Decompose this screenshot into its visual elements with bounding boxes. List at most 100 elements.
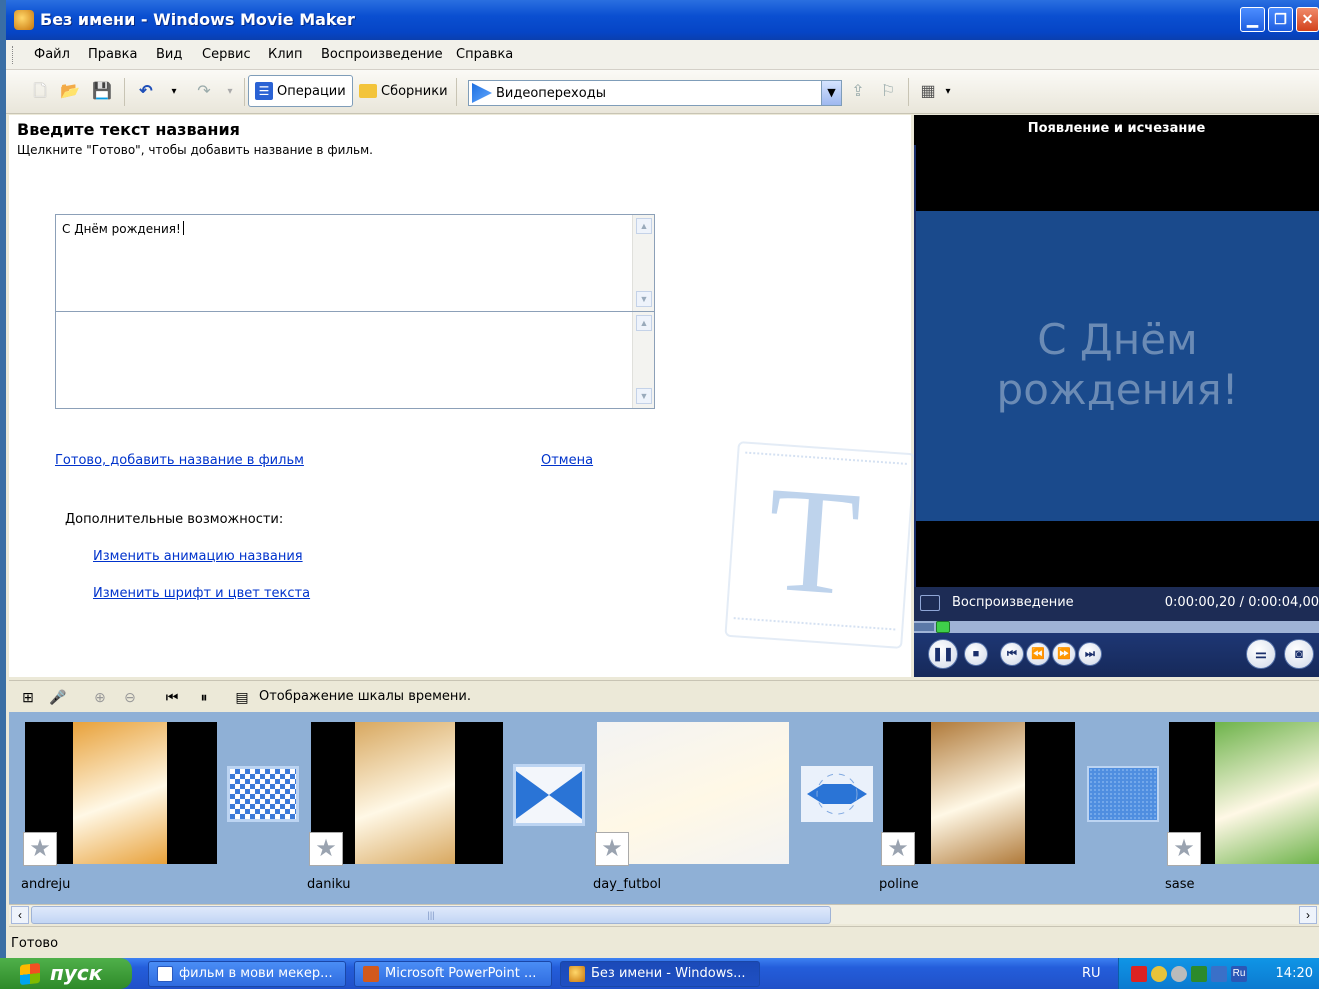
scroll-down-icon[interactable]: ▼ (636, 291, 652, 307)
language-indicator[interactable]: RU (1082, 966, 1101, 981)
network-icon[interactable] (1191, 966, 1207, 982)
scroll-up-icon[interactable]: ▲ (636, 315, 652, 331)
collections-button[interactable]: Сборники (352, 75, 455, 107)
new-project-icon[interactable]: 🗋 (30, 82, 50, 102)
update-icon[interactable] (1171, 966, 1187, 982)
redo-icon[interactable]: ↷ (194, 82, 214, 102)
clip-image (73, 722, 167, 864)
redo-dropdown-icon[interactable]: ▾ (220, 82, 240, 102)
clip-thumbnail[interactable]: ★ (23, 722, 217, 866)
change-animation-link[interactable]: Изменить анимацию названия (93, 549, 303, 564)
rewind-icon[interactable]: ⏪ (1026, 642, 1050, 666)
menu-tools[interactable]: Сервис (202, 47, 251, 62)
antivirus-icon[interactable] (1131, 966, 1147, 982)
undo-icon[interactable]: ↶ (136, 82, 156, 102)
video-effect-star-icon[interactable]: ★ (23, 832, 57, 866)
windows-logo-icon (20, 962, 40, 986)
collection-select[interactable]: Видеопереходы ▼ (468, 80, 842, 106)
subtitle-field-scrollbar[interactable]: ▲ ▼ (632, 312, 654, 408)
bow-tie-transition-icon[interactable] (513, 764, 585, 826)
status-bar: Готово (9, 926, 1319, 956)
show-timeline-toggle[interactable]: Отображение шкалы времени. (259, 689, 471, 704)
taskbar-item-label: Без имени - Windows... (591, 966, 746, 981)
clip-name: andreju (21, 877, 71, 892)
monitor-icon (920, 595, 940, 611)
taskbar-item-movie-maker[interactable]: Без имени - Windows... (560, 961, 760, 987)
scroll-left-icon[interactable]: ‹ (11, 906, 29, 924)
narrate-microphone-icon[interactable]: 🎤 (49, 688, 67, 706)
change-font-link[interactable]: Изменить шрифт и цвет текста (93, 586, 310, 601)
views-dropdown-icon[interactable]: ▾ (938, 82, 958, 102)
taskbar-item-word[interactable]: фильм в мови мекер... (148, 961, 346, 987)
collection-folder-icon[interactable]: ⚐ (878, 82, 898, 102)
split-clip-icon[interactable]: ⚌ (1246, 639, 1276, 669)
word-document-icon (157, 966, 173, 982)
done-add-title-link[interactable]: Готово, добавить название в фильм (55, 453, 304, 468)
rewind-storyboard-icon[interactable]: ⏮ (163, 688, 181, 706)
video-effect-star-icon[interactable]: ★ (309, 832, 343, 866)
previous-frame-icon[interactable]: ⏮ (1000, 642, 1024, 666)
menu-playback[interactable]: Воспроизведение (321, 47, 443, 62)
messenger-icon[interactable] (1151, 966, 1167, 982)
menu-file[interactable]: Файл (34, 47, 70, 62)
scroll-thumb[interactable]: ||| (31, 906, 831, 924)
storyboard-scrollbar[interactable]: ‹ ||| › (9, 904, 1319, 924)
keyboard-layout-icon[interactable]: Ru (1231, 966, 1247, 982)
views-icon[interactable]: ▦ (918, 82, 938, 102)
menu-help[interactable]: Справка (456, 47, 513, 62)
up-level-icon[interactable]: ⇪ (848, 82, 868, 102)
menu-view[interactable]: Вид (156, 47, 182, 62)
save-project-icon[interactable]: 💾 (92, 82, 112, 102)
scroll-right-icon[interactable]: › (1299, 906, 1317, 924)
menu-clip[interactable]: Клип (268, 47, 303, 62)
snapshot-camera-icon[interactable]: ◙ (1284, 639, 1314, 669)
play-storyboard-icon[interactable]: ⏸ (195, 688, 213, 706)
zoom-in-icon[interactable]: ⊕ (91, 688, 109, 706)
menu-edit[interactable]: Правка (88, 47, 137, 62)
chevron-down-icon[interactable]: ▼ (821, 81, 841, 105)
next-frame-icon[interactable]: ⏭ (1078, 642, 1102, 666)
scroll-up-icon[interactable]: ▲ (636, 218, 652, 234)
minimize-button[interactable]: ▁ (1240, 7, 1265, 32)
pause-icon[interactable]: ❚❚ (928, 639, 958, 669)
timeline-view-icon[interactable]: ▤ (233, 688, 251, 706)
close-button[interactable]: ✕ (1296, 7, 1319, 32)
subtitle-text-field[interactable]: ▲ ▼ (55, 311, 655, 409)
title-bar[interactable]: Без имени - Windows Movie Maker ▁ ❐ ✕ (6, 0, 1319, 40)
movie-maker-icon (569, 966, 585, 982)
cancel-link[interactable]: Отмена (541, 453, 593, 468)
clip-thumbnail[interactable]: ★ (881, 722, 1075, 866)
operations-label: Операции (277, 83, 346, 99)
title-text-field[interactable]: С Днём рождения! ▲ ▼ (55, 214, 655, 312)
taskbar-item-label: фильм в мови мекер... (179, 966, 333, 981)
clip-thumbnail[interactable]: ★ (595, 722, 789, 866)
collection-select-value: Видеопереходы (496, 85, 606, 101)
video-effect-star-icon[interactable]: ★ (595, 832, 629, 866)
taskbar: пуск фильм в мови мекер... Microsoft Pow… (0, 958, 1319, 989)
clip-thumbnail[interactable]: ★ (1167, 722, 1319, 866)
scroll-down-icon[interactable]: ▼ (636, 388, 652, 404)
display-icon[interactable] (1211, 966, 1227, 982)
set-audio-levels-icon[interactable]: ⊞ (19, 688, 37, 706)
operations-button[interactable]: ☰ Операции (248, 75, 353, 107)
open-project-icon[interactable]: 📂 (60, 82, 80, 102)
title-field-scrollbar[interactable]: ▲ ▼ (632, 215, 654, 311)
start-label: пуск (50, 961, 103, 985)
toolbar-separator (124, 78, 125, 106)
clip-thumbnail[interactable]: ★ (309, 722, 503, 866)
checkerboard-transition-icon[interactable] (227, 766, 299, 822)
fast-forward-icon[interactable]: ⏩ (1052, 642, 1076, 666)
undo-dropdown-icon[interactable]: ▾ (164, 82, 184, 102)
video-effect-star-icon[interactable]: ★ (881, 832, 915, 866)
restore-button[interactable]: ❐ (1268, 7, 1293, 32)
seek-bar[interactable] (914, 621, 1319, 633)
video-effect-star-icon[interactable]: ★ (1167, 832, 1201, 866)
diamond-transition-icon[interactable] (801, 766, 873, 822)
seek-thumb[interactable] (936, 621, 951, 633)
taskbar-item-powerpoint[interactable]: Microsoft PowerPoint ... (354, 961, 552, 987)
stop-icon[interactable]: ■ (964, 642, 988, 666)
start-button[interactable]: пуск (0, 958, 132, 989)
playback-controls: ❚❚ ■ ⏮ ⏪ ⏩ ⏭ ⚌ ◙ (914, 633, 1319, 677)
dissolve-transition-icon[interactable] (1087, 766, 1159, 822)
zoom-out-icon[interactable]: ⊖ (121, 688, 139, 706)
